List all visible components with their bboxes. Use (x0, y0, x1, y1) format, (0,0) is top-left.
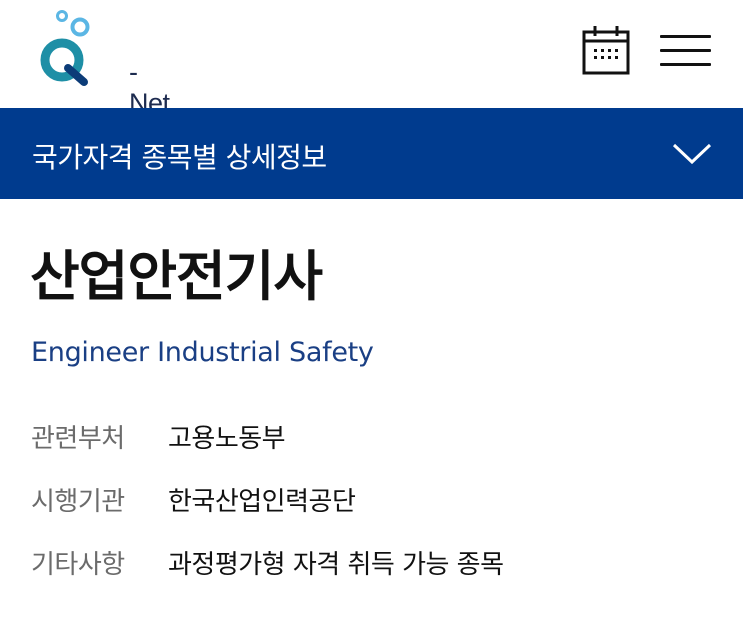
qnet-logo[interactable]: - Net (38, 10, 170, 118)
section-banner[interactable]: 국가자격 종목별 상세정보 (0, 108, 743, 199)
calendar-button[interactable] (582, 25, 630, 75)
qualification-english-name: Engineer Industrial Safety (31, 337, 374, 368)
hamburger-menu-icon (660, 35, 711, 38)
calendar-icon (582, 26, 630, 75)
banner-title: 국가자격 종목별 상세정보 (32, 141, 327, 174)
info-value: 과정평가형 자격 취득 가능 종목 (168, 550, 504, 580)
info-value: 고용노동부 (168, 424, 286, 454)
qualification-title: 산업안전기사 (30, 245, 323, 308)
menu-button[interactable] (660, 32, 712, 68)
top-header: - Net (0, 0, 743, 118)
info-value: 한국산업인력공단 (168, 487, 356, 517)
info-label: 시행기관 (31, 487, 125, 517)
chevron-down-icon[interactable] (670, 135, 714, 171)
info-label: 기타사항 (31, 550, 125, 580)
info-label: 관련부처 (31, 424, 125, 454)
